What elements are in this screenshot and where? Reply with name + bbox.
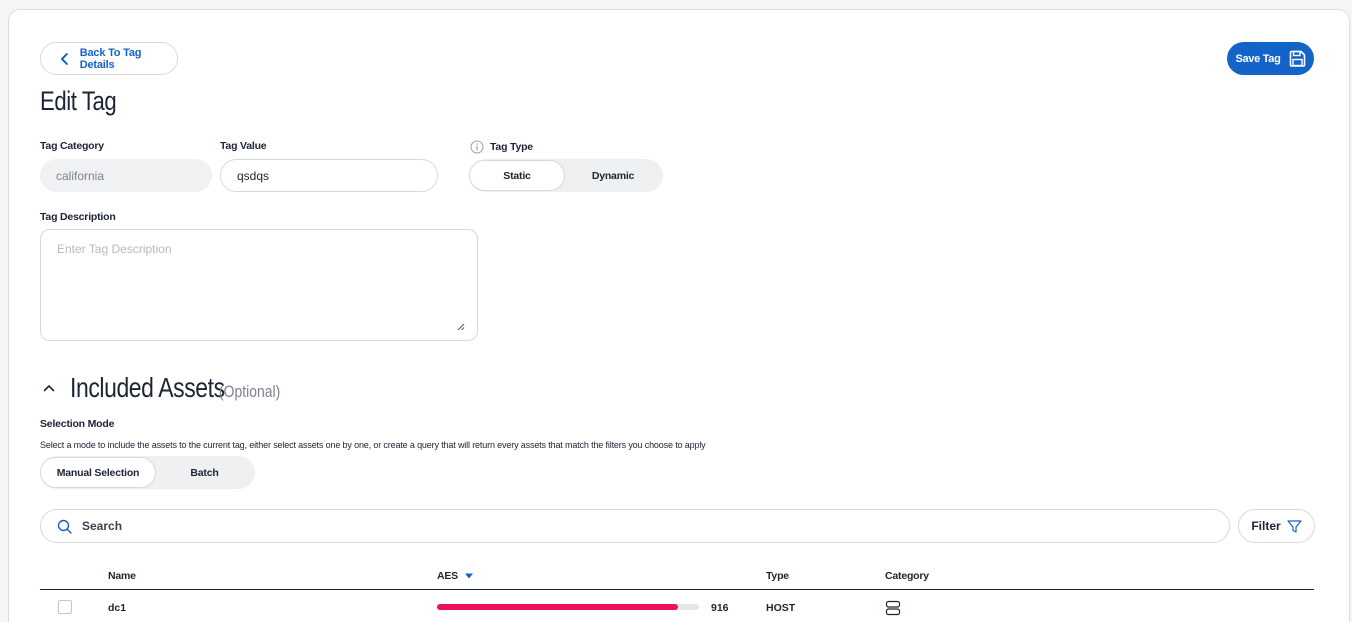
aes-progress-fill — [437, 604, 679, 610]
included-assets-title: Included Assets — [70, 372, 225, 403]
selection-mode-label: Selection Mode — [40, 418, 115, 430]
tag-category-label: Tag Category — [40, 140, 104, 152]
resize-handle-icon[interactable] — [457, 323, 465, 331]
aes-score: 916 — [711, 602, 729, 614]
search-icon — [57, 519, 72, 534]
aes-progress-bar — [437, 604, 699, 610]
server-icon — [885, 600, 901, 616]
save-button-label: Save Tag — [1235, 52, 1281, 65]
asset-name: dc1 — [108, 602, 127, 614]
filter-button[interactable]: Filter — [1238, 509, 1315, 543]
tag-type-dynamic-option[interactable]: Dynamic — [565, 160, 661, 191]
tag-description-label: Tag Description — [40, 211, 116, 223]
tag-category-field: california — [40, 159, 212, 192]
back-button-label: Back To Tag Details — [79, 46, 142, 71]
tag-description-textarea[interactable]: Enter Tag Description — [40, 229, 478, 341]
selection-mode-description: Select a mode to include the assets to t… — [40, 440, 706, 450]
tag-value-input[interactable]: qsdqs — [220, 159, 438, 192]
tag-type-static-option[interactable]: Static — [469, 160, 565, 191]
filter-label: Filter — [1251, 519, 1281, 533]
tag-value-text: qsdqs — [237, 168, 270, 183]
tag-value-label: Tag Value — [220, 140, 267, 152]
search-input[interactable] — [82, 519, 482, 533]
save-tag-button[interactable]: Save Tag — [1227, 42, 1314, 75]
chevron-up-icon[interactable] — [42, 381, 56, 395]
included-assets-header[interactable]: Included Assets (Optional) — [42, 372, 293, 404]
selection-mode-toggle: Manual Selection Batch — [40, 456, 255, 489]
tag-type-toggle: Static Dynamic — [469, 159, 663, 192]
back-to-tag-details-button[interactable]: Back To Tag Details — [40, 42, 178, 75]
chevron-left-icon — [60, 52, 68, 65]
sort-descending-icon — [465, 573, 473, 579]
save-icon — [1289, 50, 1305, 67]
optional-label: (Optional) — [218, 382, 280, 401]
tag-type-label-group: Tag Type — [470, 140, 533, 154]
batch-option[interactable]: Batch — [156, 457, 253, 488]
column-header-aes-label: AES — [437, 570, 458, 582]
row-checkbox[interactable] — [58, 600, 72, 614]
column-header-aes[interactable]: AES — [437, 570, 474, 582]
asset-type: HOST — [766, 602, 796, 614]
page-title: Edit Tag — [40, 86, 117, 116]
filter-icon — [1287, 519, 1302, 533]
search-bar[interactable] — [40, 509, 1230, 543]
column-header-category[interactable]: Category — [885, 570, 929, 582]
table-header-divider — [40, 589, 1314, 590]
manual-selection-option[interactable]: Manual Selection — [40, 457, 156, 488]
tag-type-label: Tag Type — [490, 141, 533, 153]
column-header-name[interactable]: Name — [108, 570, 136, 582]
column-header-type[interactable]: Type — [766, 570, 789, 582]
info-icon[interactable] — [470, 140, 484, 154]
tag-description-placeholder: Enter Tag Description — [57, 242, 172, 256]
tag-category-value: california — [56, 168, 105, 183]
